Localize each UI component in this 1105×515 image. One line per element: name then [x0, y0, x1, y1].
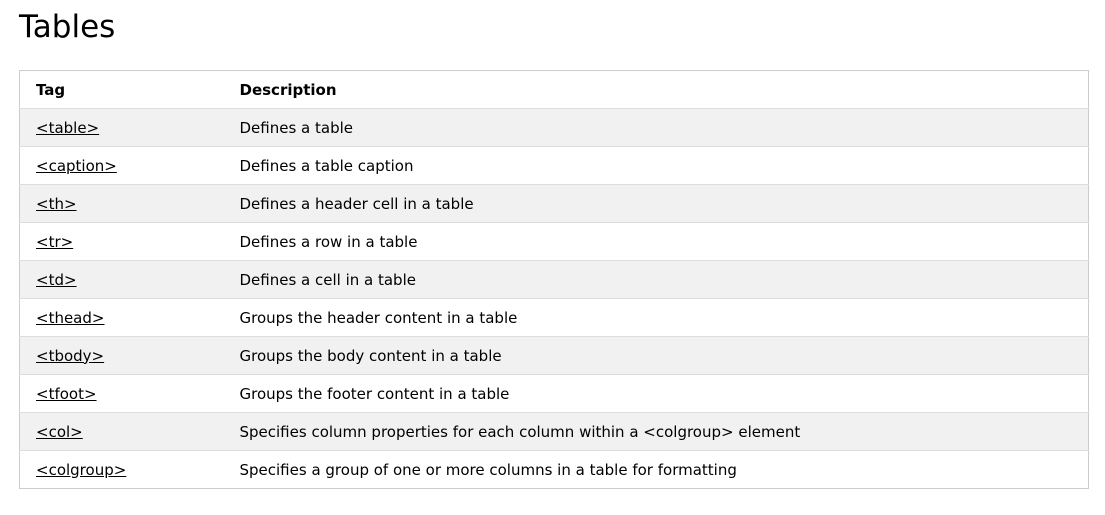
table-row: <th> Defines a header cell in a table — [19, 184, 1089, 223]
tag-link-colgroup[interactable]: <colgroup> — [36, 461, 126, 479]
description-cell: Specifies a group of one or more columns… — [239, 460, 737, 479]
table-row: <tfoot> Groups the footer content in a t… — [19, 374, 1089, 413]
column-header-description: Description — [223, 70, 1089, 109]
description-cell: Specifies column properties for each col… — [223, 412, 1089, 451]
description-cell: Defines a table — [223, 108, 1089, 147]
header-row: Tag Description — [19, 70, 1089, 109]
tag-cell: <table> — [19, 108, 224, 147]
table-row: <tr> Defines a row in a table — [19, 222, 1089, 261]
tag-link-td[interactable]: <td> — [36, 271, 77, 289]
table-row: <thead> Groups the header content in a t… — [19, 298, 1089, 337]
tag-cell: <col> — [19, 412, 224, 451]
description-cell: Defines a cell in a table — [223, 260, 1089, 299]
tag-cell: <tr> — [19, 222, 224, 261]
tag-cell: <td> — [19, 260, 224, 299]
tag-link-table[interactable]: <table> — [36, 119, 99, 137]
description-cell: Defines a table caption — [223, 146, 1089, 185]
tag-cell: <colgroup> — [20, 451, 224, 489]
reference-table: Tag Description <table> Defines a table … — [19, 70, 1089, 489]
table-header: Tag Description — [19, 70, 1089, 109]
tag-cell: <thead> — [19, 298, 224, 337]
table-row: <caption> Defines a table caption — [19, 146, 1089, 185]
description-cell: Groups the footer content in a table — [223, 374, 1089, 413]
page-title: Tables — [19, 9, 116, 45]
table-body: <table> Defines a table <caption> Define… — [19, 108, 1089, 489]
tag-link-tr[interactable]: <tr> — [36, 233, 73, 251]
column-header-tag: Tag — [19, 70, 224, 109]
tag-link-th[interactable]: <th> — [36, 195, 77, 213]
tag-cell: <caption> — [19, 146, 224, 185]
tag-link-thead[interactable]: <thead> — [36, 309, 104, 327]
table-row: <tbody> Groups the body content in a tab… — [19, 336, 1089, 375]
table-row: <colgroup> Specifies a group of one or m… — [19, 450, 1089, 489]
tag-link-col[interactable]: <col> — [36, 423, 83, 441]
tag-cell: <th> — [19, 184, 224, 223]
tag-cell: <tfoot> — [19, 374, 224, 413]
tag-link-tfoot[interactable]: <tfoot> — [36, 385, 97, 403]
description-cell: Groups the header content in a table — [223, 298, 1089, 337]
table-row: <table> Defines a table — [19, 108, 1089, 147]
table-row: <col> Specifies column properties for ea… — [19, 412, 1089, 451]
description-cell: Groups the body content in a table — [223, 336, 1089, 375]
tag-link-tbody[interactable]: <tbody> — [36, 347, 104, 365]
tag-cell: <tbody> — [19, 336, 224, 375]
description-cell: Defines a row in a table — [223, 222, 1089, 261]
description-cell: Defines a header cell in a table — [223, 184, 1089, 223]
tag-link-caption[interactable]: <caption> — [36, 157, 117, 175]
table-row: <td> Defines a cell in a table — [19, 260, 1089, 299]
